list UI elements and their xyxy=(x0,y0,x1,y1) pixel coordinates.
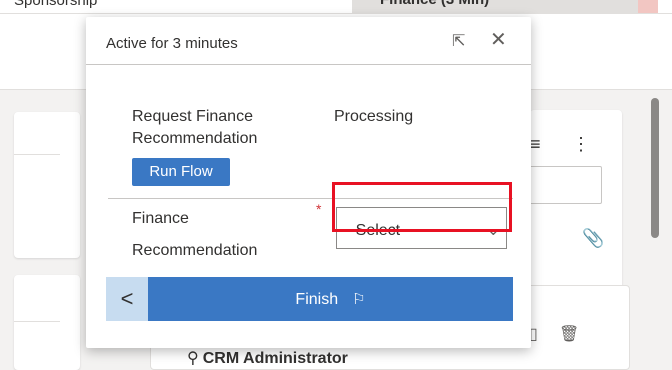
required-marker: * xyxy=(316,201,322,217)
page-scrollbar[interactable] xyxy=(651,98,659,238)
stage-flyout: Active for 3 minutes ⇱ ✕ Request Finance… xyxy=(86,17,531,348)
flyout-title: Active for 3 minutes xyxy=(106,35,238,52)
stage-accent xyxy=(638,0,658,13)
stage-sponsorship[interactable]: Sponsorship xyxy=(14,0,97,9)
finance-recommendation-select[interactable]: --Select-- ⌄ xyxy=(336,207,507,249)
flyout-footer: < Finish ⚐ xyxy=(106,277,513,321)
close-icon[interactable]: ✕ xyxy=(490,27,507,52)
card-divider xyxy=(14,321,60,322)
card-divider xyxy=(14,154,60,155)
process-bar: Sponsorship Finance (3 Min) xyxy=(0,0,672,14)
run-flow-button[interactable]: Run Flow xyxy=(132,158,230,186)
finish-label: Finish xyxy=(295,290,339,308)
finish-button[interactable]: Finish ⚐ xyxy=(148,277,513,321)
timeline-search-input[interactable] xyxy=(520,166,602,204)
flyout-header-divider xyxy=(86,64,531,65)
step-status: Processing xyxy=(334,108,414,125)
note-author-name: CRM Administrator xyxy=(202,350,348,367)
paperclip-icon[interactable]: 📎 xyxy=(582,228,604,249)
select-value: --Select-- xyxy=(345,222,411,239)
flag-icon: ⚐ xyxy=(352,290,366,308)
note-author: ⚲ CRM Administrator xyxy=(187,348,348,368)
details-card xyxy=(14,275,80,370)
step-label: Request Finance Recommendation xyxy=(132,108,258,147)
back-button[interactable]: < xyxy=(106,277,148,321)
stage-tail xyxy=(658,0,672,13)
step-divider xyxy=(108,198,513,199)
list-icon[interactable]: ≡ xyxy=(530,134,541,155)
stage-finance-label: Finance (3 Min) xyxy=(380,0,489,8)
more-vertical-icon[interactable]: ⋮ xyxy=(572,134,590,155)
person-icon: ⚲ xyxy=(187,350,199,367)
finance-recommendation-label: Finance Recommendation xyxy=(132,210,258,259)
expand-icon[interactable]: ⇱ xyxy=(452,31,465,51)
stage-finance-active[interactable]: Finance (3 Min) xyxy=(352,0,638,13)
trash-icon[interactable]: 🗑 xyxy=(559,324,579,344)
summary-card xyxy=(14,112,80,258)
chevron-down-icon: ⌄ xyxy=(486,222,500,239)
